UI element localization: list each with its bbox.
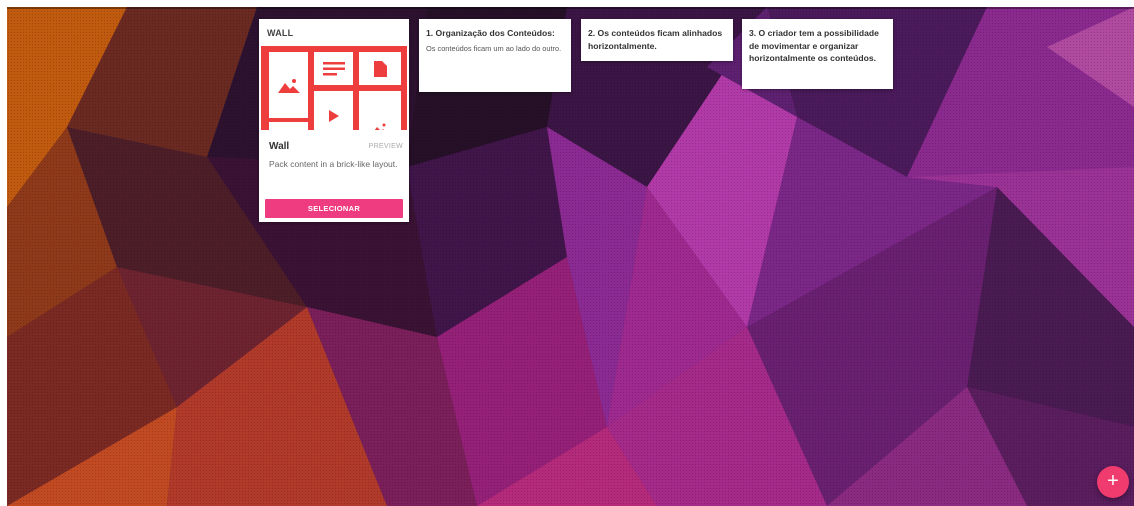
wall-preview-image[interactable] [261,46,407,130]
document-icon [359,52,401,85]
image-icon [269,52,308,118]
padlet-background: WALL Wall PREVIEW Pack content in a bric… [7,7,1134,506]
preview-link[interactable]: PREVIEW [369,143,403,150]
add-post-button[interactable]: + [1097,466,1129,498]
select-button[interactable]: SELECIONAR [265,199,403,218]
note-card-3[interactable]: 3. O criador tem a possibilidade de movi… [742,19,893,89]
wall-layout-card[interactable]: WALL Wall PREVIEW Pack content in a bric… [259,19,409,222]
note-title: 3. O criador tem a possibilidade de movi… [749,28,879,63]
text-lines-icon [314,52,353,85]
wall-card-header: WALL [267,28,294,38]
play-icon [314,91,353,130]
note-card-2[interactable]: 2. Os conteúdos ficam alinhados horizont… [581,19,733,61]
layout-name: Wall [269,141,290,152]
top-edge [7,7,1134,9]
image-icon [359,91,401,130]
image-icon [269,122,308,130]
note-title: 1. Organização dos Conteúdos: [426,28,555,38]
note-title: 2. Os conteúdos ficam alinhados horizont… [588,28,723,51]
note-card-1[interactable]: 1. Organização dos Conteúdos: Os conteúd… [419,19,571,92]
layout-description: Pack content in a brick-like layout. [269,159,398,169]
note-body: Os conteúdos ficam um ao lado do outro. [426,43,562,53]
